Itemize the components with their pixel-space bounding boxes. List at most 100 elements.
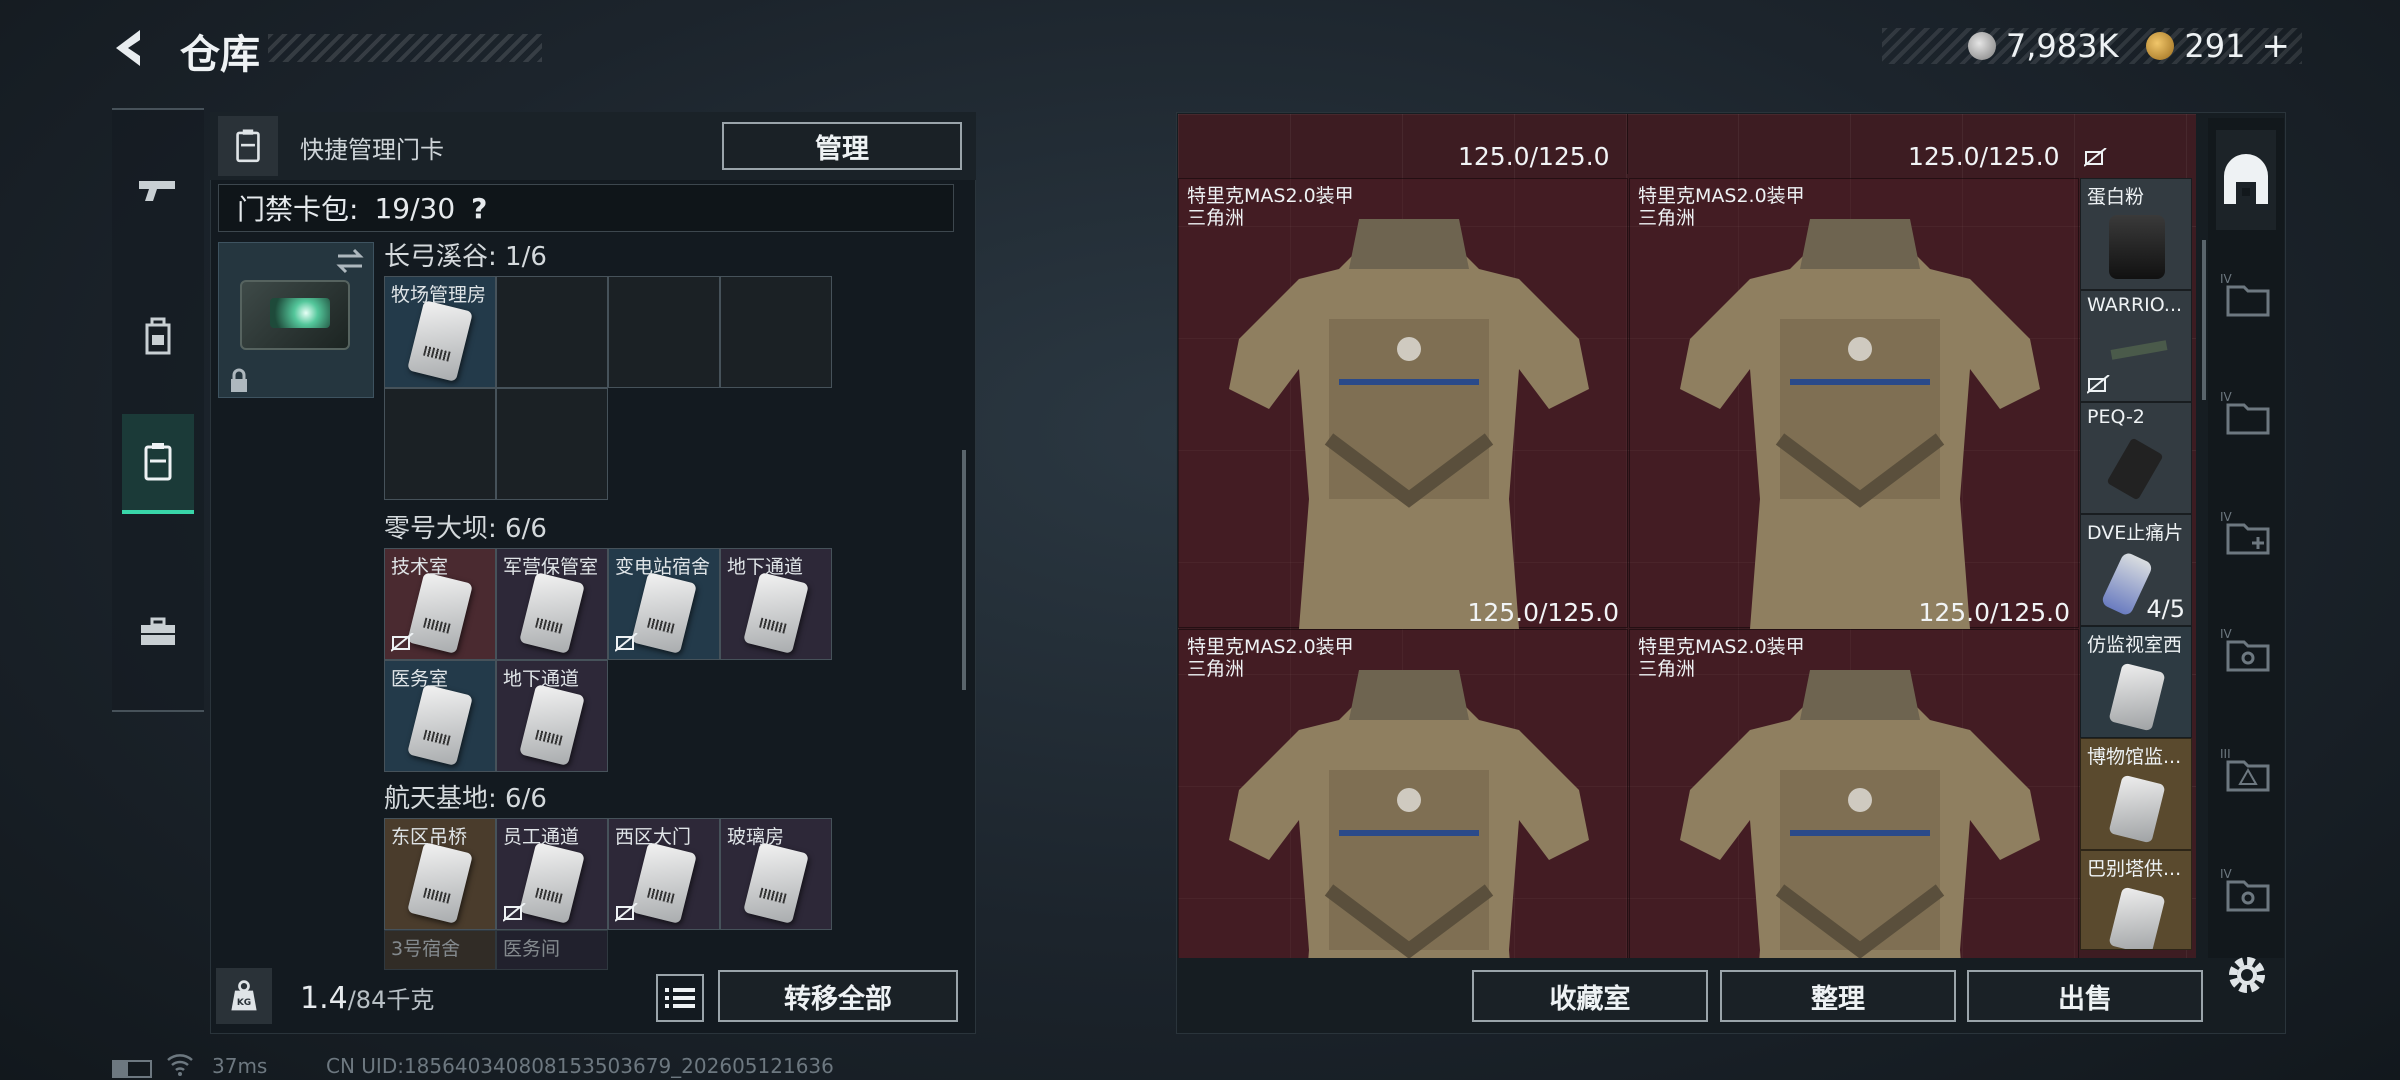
- collection-room-button[interactable]: 收藏室: [1472, 970, 1708, 1022]
- armor-item[interactable]: 特里克MAS2.0装甲 三角洲 125.0/125.0: [1178, 178, 1628, 629]
- list-icon: [665, 988, 695, 1008]
- keycard-label: 3号宿舍: [391, 938, 461, 960]
- add-currency-button[interactable]: +: [2262, 26, 2291, 66]
- user-uid: CN UID:185640340808153503679_20260512163…: [326, 1054, 834, 1078]
- not-tradeable-icon: [390, 632, 415, 653]
- keycard-slot[interactable]: 地下通道: [496, 660, 608, 772]
- stash-side-item[interactable]: 蛋白粉: [2080, 178, 2192, 290]
- armor-title: 特里克MAS2.0装甲: [1638, 185, 1805, 207]
- stash-tab-3[interactable]: IV: [2216, 483, 2276, 583]
- stash-side-item[interactable]: 巴别塔供...: [2080, 850, 2192, 950]
- stash-tab-1[interactable]: IV: [2216, 245, 2276, 345]
- empty-slot[interactable]: [496, 388, 608, 500]
- empty-slot[interactable]: [384, 388, 496, 500]
- battery-icon: [112, 1060, 152, 1078]
- keycard-label: 玻璃房: [727, 826, 785, 848]
- svg-text:IV: IV: [2220, 867, 2233, 881]
- weight-max: /84千克: [347, 986, 435, 1014]
- back-button[interactable]: [110, 26, 152, 70]
- ping-readout: 37ms: [212, 1054, 268, 1078]
- keycard-label: 地下通道: [503, 668, 580, 690]
- armor-title: 特里克MAS2.0装甲: [1187, 636, 1354, 658]
- keycard-slot[interactable]: 玻璃房: [720, 818, 832, 930]
- wifi-icon: [166, 1052, 194, 1076]
- stash-tab-4[interactable]: IV: [2216, 600, 2276, 700]
- stash-scrollbar[interactable]: [2202, 240, 2206, 400]
- keycard-slot[interactable]: 军营保管室: [496, 548, 608, 660]
- silver-amount: 7,983K: [2005, 27, 2119, 65]
- backpack-icon: [145, 317, 171, 355]
- keycard-slot[interactable]: 医务室: [384, 660, 496, 772]
- keycard-case-icon: [218, 116, 278, 176]
- manage-button[interactable]: 管理: [722, 122, 962, 170]
- armor-item[interactable]: 特里克MAS2.0装甲 三角洲: [1178, 629, 1628, 958]
- keycard-image: [519, 572, 585, 654]
- stash-side-item[interactable]: 仿监视室西: [2080, 626, 2192, 738]
- item-image: [2109, 215, 2165, 279]
- empty-slot[interactable]: [496, 276, 608, 388]
- stash-tab-6[interactable]: IV: [2216, 840, 2276, 940]
- empty-slot[interactable]: [720, 276, 832, 388]
- folder-icon: IV: [2220, 272, 2270, 317]
- armor-image: [1229, 670, 1589, 958]
- armor-item[interactable]: 特里克MAS2.0装甲 三角洲: [1629, 629, 2079, 958]
- title-decoration: [268, 34, 542, 62]
- armor-title: 特里克MAS2.0装甲: [1187, 185, 1354, 207]
- nav-keycards[interactable]: [122, 414, 194, 514]
- keycard-image: [407, 684, 473, 766]
- keycard-case-icon: [144, 443, 172, 481]
- armor-image: [1229, 219, 1589, 629]
- armor-name: 特里克MAS2.0装甲 三角洲: [1187, 185, 1354, 229]
- armor-item[interactable]: 特里克MAS2.0装甲 三角洲 125.0/125.0: [1629, 178, 2079, 629]
- keycard-slot[interactable]: 技术室: [384, 548, 496, 660]
- stash-side-item[interactable]: DVE止痛片 4/5: [2080, 514, 2192, 626]
- armor-name: 特里克MAS2.0装甲 三角洲: [1187, 636, 1354, 680]
- stash-side-item[interactable]: 博物馆监...: [2080, 738, 2192, 850]
- help-icon[interactable]: ?: [471, 192, 487, 225]
- armor-subtitle: 三角洲: [1638, 658, 1696, 680]
- keycard-slot[interactable]: 员工通道: [496, 818, 608, 930]
- armor-name: 特里克MAS2.0装甲 三角洲: [1638, 636, 1805, 680]
- keycard-slot[interactable]: 牧场管理房: [384, 276, 496, 388]
- empty-slot[interactable]: [608, 276, 720, 388]
- keycard-image: [407, 572, 473, 654]
- keycard-slot[interactable]: 东区吊桥: [384, 818, 496, 930]
- keycard-label: 医务室: [391, 668, 449, 690]
- keycard-slot[interactable]: 3号宿舍: [384, 930, 496, 970]
- not-tradeable-icon: [2086, 374, 2111, 395]
- stash-tab-5[interactable]: III: [2216, 720, 2276, 820]
- keycard-slot[interactable]: 变电站宿舍: [608, 548, 720, 660]
- keycard-slot[interactable]: 地下通道: [720, 548, 832, 660]
- stash-tab-2[interactable]: IV: [2216, 363, 2276, 463]
- armor-name: 特里克MAS2.0装甲 三角洲: [1638, 185, 1805, 229]
- swap-icon[interactable]: [334, 246, 366, 276]
- organize-button[interactable]: 整理: [1720, 970, 1956, 1022]
- keycard-case-light: [270, 298, 330, 328]
- gear-folder-icon: IV: [2220, 627, 2270, 672]
- keycard-scrollbar[interactable]: [962, 450, 966, 690]
- keycard-image: [631, 842, 697, 924]
- nav-equipment[interactable]: [122, 286, 194, 386]
- stash-side-item[interactable]: WARRIO...: [2080, 290, 2192, 402]
- settings-gear-icon[interactable]: [2222, 950, 2272, 1000]
- stash-side-item[interactable]: PEQ-2: [2080, 402, 2192, 514]
- folder-icon: IV: [2220, 390, 2270, 435]
- item-label: 蛋白粉: [2087, 186, 2145, 208]
- list-view-button[interactable]: [656, 974, 704, 1022]
- transfer-all-button[interactable]: 转移全部: [718, 970, 958, 1022]
- keycard-label: 牧场管理房: [391, 284, 487, 306]
- medical-folder-icon: IV: [2220, 510, 2270, 555]
- nav-weapons[interactable]: [122, 140, 194, 240]
- keycard-image: [407, 842, 473, 924]
- item-image: [2110, 340, 2168, 360]
- top-item-durability: 125.0/125.0: [1458, 142, 1610, 171]
- weight-readout: 1.4/84千克: [300, 980, 434, 1016]
- item-label: PEQ-2: [2087, 406, 2145, 428]
- keycard-slot[interactable]: 西区大门: [608, 818, 720, 930]
- item-label: 仿监视室西: [2087, 634, 2183, 656]
- nav-toolbox[interactable]: [122, 582, 194, 682]
- armor-durability: 125.0/125.0: [1918, 598, 2070, 627]
- stash-tab-main[interactable]: [2216, 130, 2276, 230]
- keycard-slot[interactable]: 医务间: [496, 930, 608, 970]
- sell-button[interactable]: 出售: [1967, 970, 2203, 1022]
